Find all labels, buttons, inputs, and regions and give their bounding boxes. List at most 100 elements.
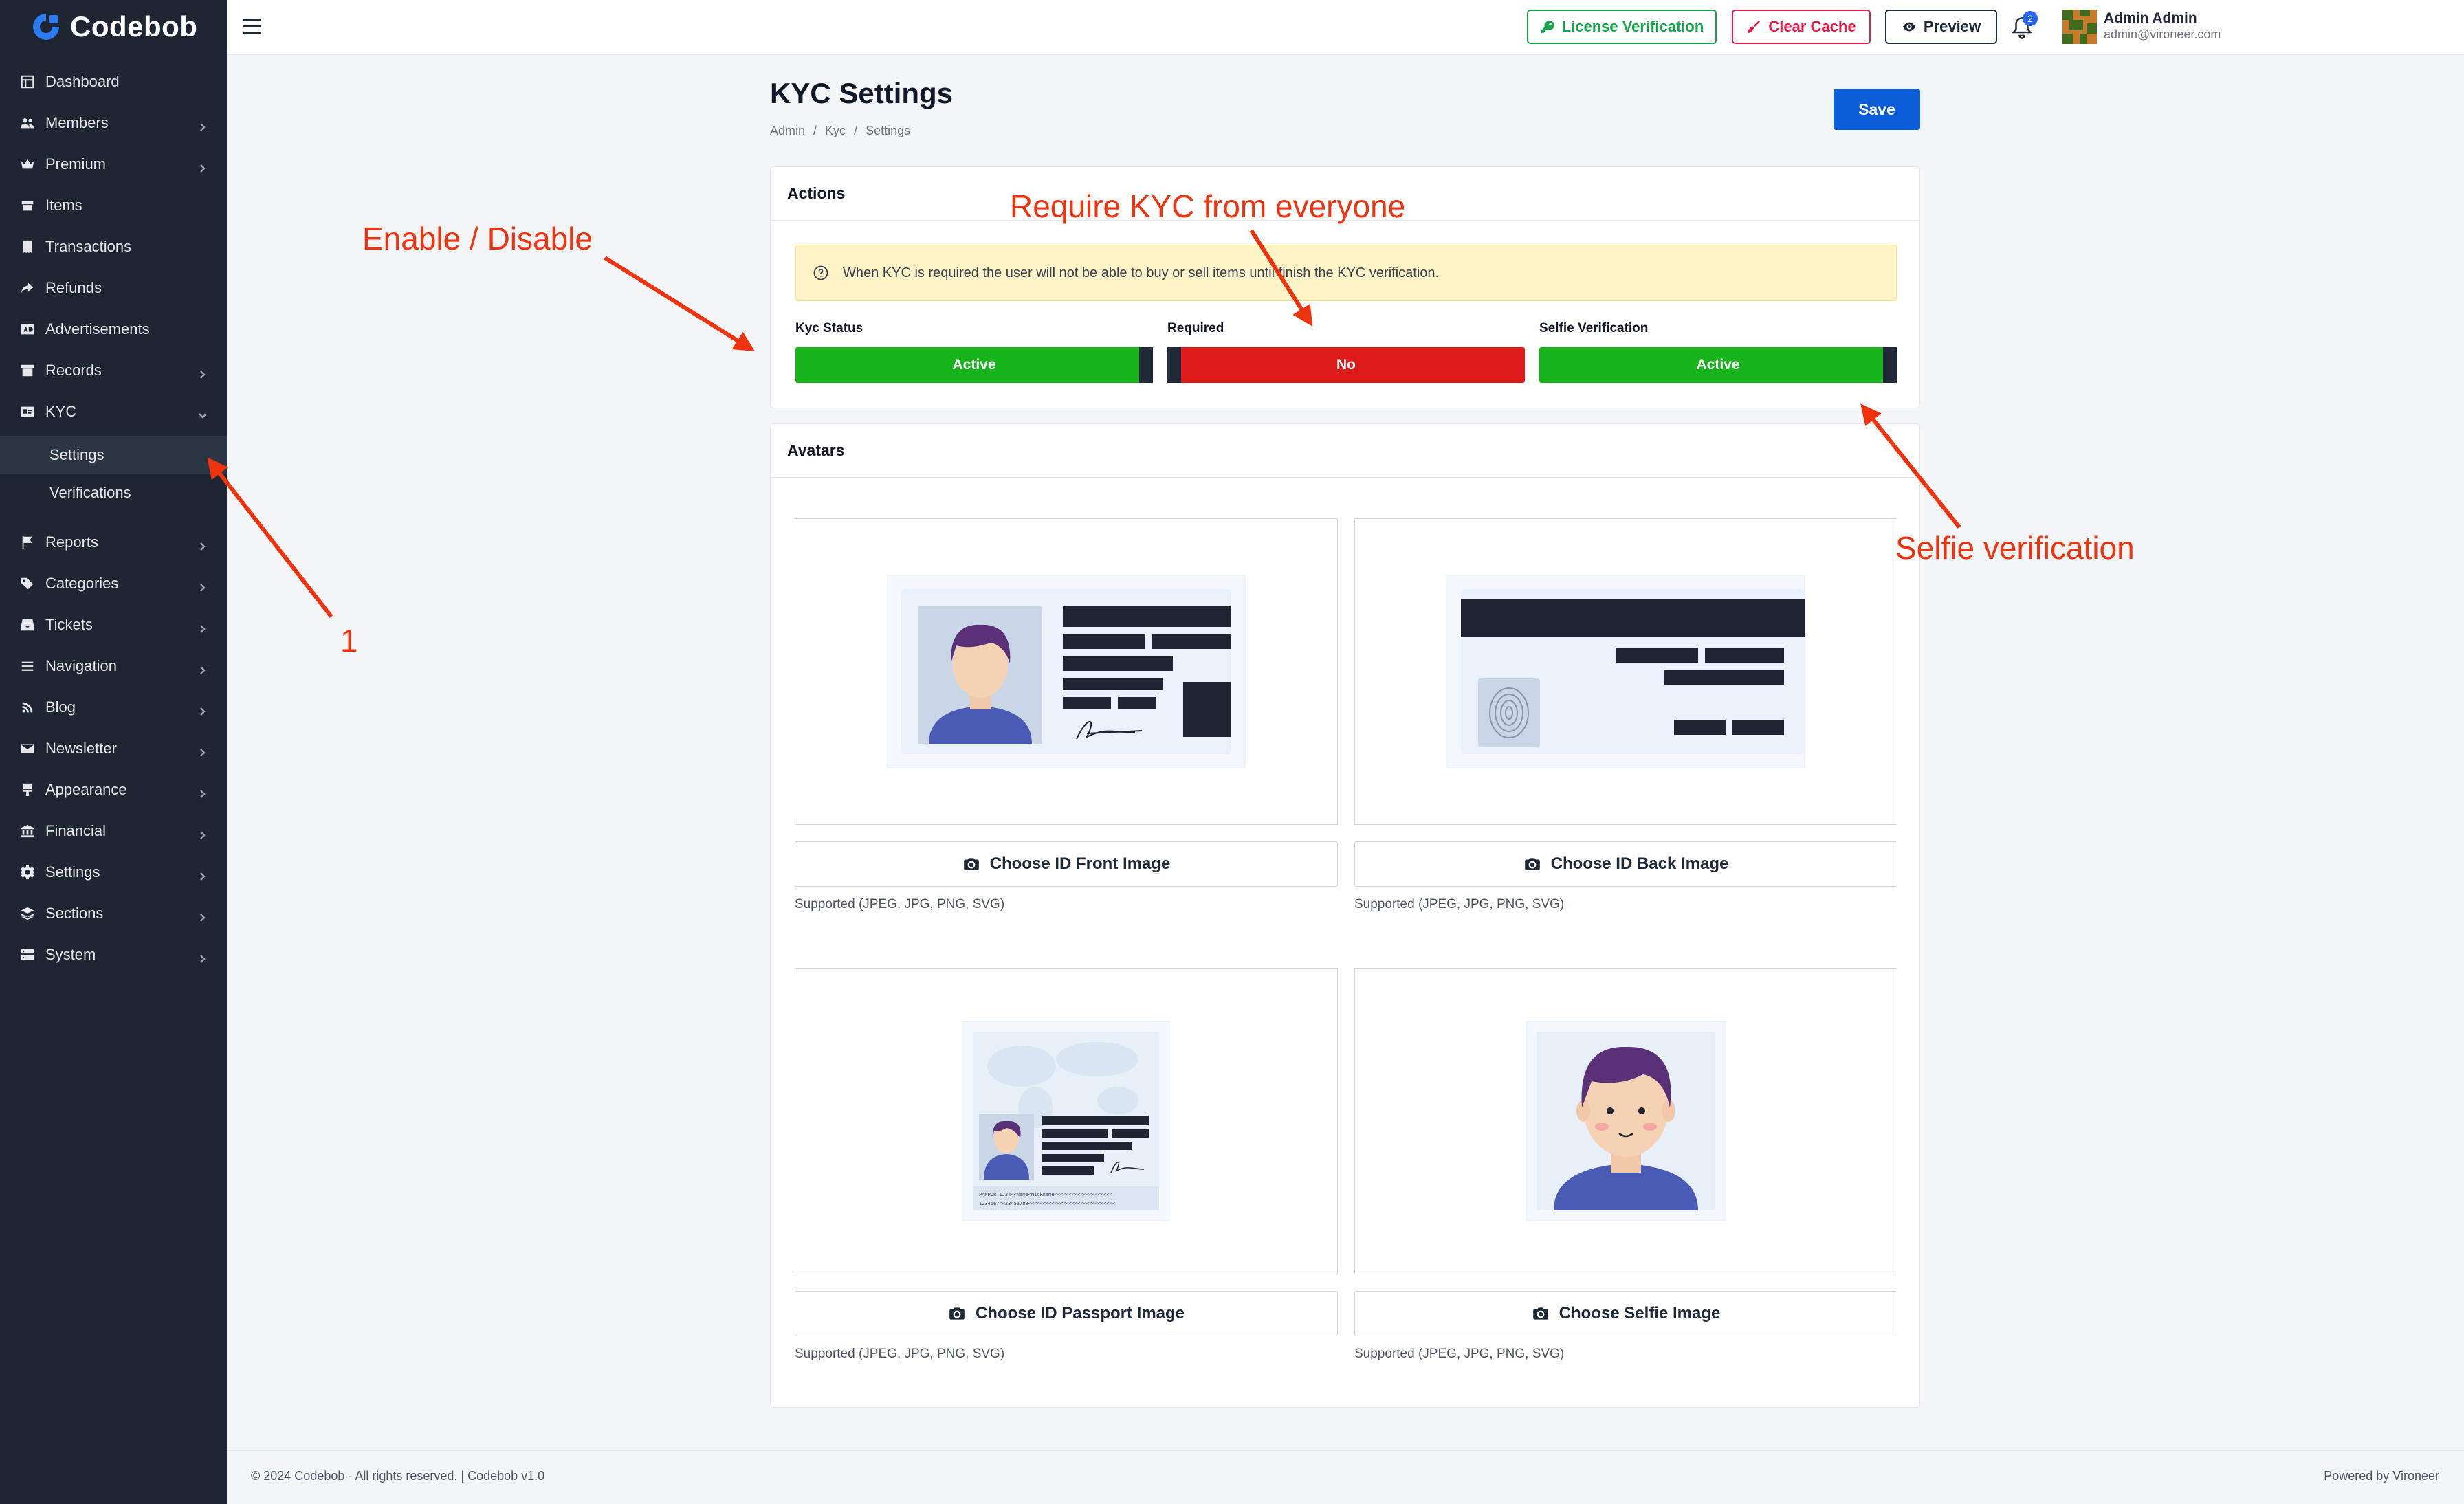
toggle-knob <box>1167 347 1181 383</box>
selfie-illustration <box>1526 1021 1726 1221</box>
breadcrumb-admin[interactable]: Admin <box>770 124 805 138</box>
sidebar-item-kyc[interactable]: KYC <box>0 391 227 432</box>
broom-icon <box>1748 20 1761 34</box>
choose-passport-button[interactable]: Choose ID Passport Image <box>795 1291 1338 1336</box>
sidebar-item-items[interactable]: Items <box>0 185 227 226</box>
sidebar-item-financial[interactable]: Financial <box>0 810 227 852</box>
sidebar-item-label: Items <box>45 197 82 214</box>
footer-divider <box>227 1450 2464 1451</box>
camera-icon <box>1532 1307 1548 1320</box>
dashboard-icon <box>19 74 36 90</box>
logo-icon <box>33 14 59 40</box>
choose-selfie-button[interactable]: Choose Selfie Image <box>1354 1291 1898 1336</box>
server-icon <box>19 947 36 963</box>
sidebar-item-navigation[interactable]: Navigation <box>0 645 227 687</box>
id-front-illustration <box>887 575 1246 768</box>
choose-id-back-button[interactable]: Choose ID Back Image <box>1354 841 1898 887</box>
question-circle-icon <box>813 265 828 280</box>
passport-preview: PANPORT1234<<Name<Nickname<<<<<<<<<<<<<<… <box>795 968 1338 1274</box>
sidebar-item-members[interactable]: Members <box>0 102 227 144</box>
sidebar-item-tickets[interactable]: Tickets <box>0 604 227 645</box>
sidebar-item-transactions[interactable]: Transactions <box>0 226 227 267</box>
sidebar-item-sections[interactable]: Sections <box>0 893 227 934</box>
required-toggle[interactable]: No <box>1167 347 1525 383</box>
save-button[interactable]: Save <box>1834 89 1920 130</box>
breadcrumb-separator: / <box>813 124 817 137</box>
sidebar-subitem-label: Settings <box>50 446 104 463</box>
sidebar-item-label: Newsletter <box>45 740 117 757</box>
toggle-knob <box>1883 347 1897 383</box>
ad-icon <box>19 321 36 338</box>
chevron-right-icon <box>198 159 208 173</box>
chevron-right-icon <box>198 744 208 757</box>
annotation-enable-disable: Enable / Disable <box>362 221 593 256</box>
sidebar-item-label: Records <box>45 362 102 379</box>
chevron-right-icon <box>198 703 208 716</box>
breadcrumb-kyc[interactable]: Kyc <box>825 124 846 138</box>
rss-icon <box>19 699 36 716</box>
sidebar-subitem-label: Verifications <box>50 484 131 501</box>
bars-icon <box>19 658 36 674</box>
sidebar-subitem-kyc-verifications[interactable]: Verifications <box>0 474 227 512</box>
sidebar-item-system[interactable]: System <box>0 934 227 975</box>
sidebar-item-categories[interactable]: Categories <box>0 563 227 604</box>
menu-toggle-icon[interactable] <box>243 15 264 40</box>
sidebar-item-refunds[interactable]: Refunds <box>0 267 227 309</box>
sidebar-item-records[interactable]: Records <box>0 350 227 391</box>
arrow-to-kyc-settings <box>207 457 333 618</box>
selfie-preview <box>1354 968 1898 1274</box>
sidebar-item-newsletter[interactable]: Newsletter <box>0 728 227 769</box>
sidebar-item-label: Reports <box>45 533 99 551</box>
footer-powered-by: Powered by Vironeer <box>2324 1469 2439 1483</box>
id-back-illustration <box>1446 575 1805 768</box>
sidebar-item-label: Refunds <box>45 279 102 296</box>
sidebar-item-label: Premium <box>45 155 107 173</box>
sidebar-item-appearance[interactable]: Appearance <box>0 769 227 810</box>
id-card-icon <box>19 403 36 420</box>
sidebar-item-label: System <box>45 946 96 963</box>
camera-icon <box>1524 858 1540 870</box>
sidebar-subitem-kyc-settings[interactable]: Settings <box>0 436 227 474</box>
sidebar-item-premium[interactable]: Premium <box>0 144 227 185</box>
sidebar-item-advertisements[interactable]: Advertisements <box>0 309 227 350</box>
sidebar-item-dashboard[interactable]: Dashboard <box>0 61 227 102</box>
clear-cache-button[interactable]: Clear Cache <box>1732 10 1871 44</box>
sidebar-item-settings[interactable]: Settings <box>0 852 227 893</box>
users-icon <box>19 115 36 131</box>
sidebar-item-label: Appearance <box>45 781 127 798</box>
id-back-preview <box>1354 518 1898 825</box>
selfie-verification-toggle[interactable]: Active <box>1539 347 1897 383</box>
breadcrumb-separator: / <box>854 124 858 137</box>
flag-icon <box>19 534 36 551</box>
key-icon <box>1541 21 1554 34</box>
avatar[interactable] <box>2062 10 2097 44</box>
license-verification-label: License Verification <box>1561 18 1704 35</box>
avatar-pixel-icon <box>2062 10 2097 44</box>
brush-icon <box>19 782 36 798</box>
chevron-right-icon <box>198 826 208 839</box>
sidebar-item-label: Advertisements <box>45 320 150 338</box>
sidebar-item-label: Financial <box>45 822 107 839</box>
annotation-require-kyc: Require KYC from everyone <box>1010 188 1406 224</box>
user-name[interactable]: Admin Admin <box>2104 10 2197 27</box>
chevron-right-icon <box>198 950 208 963</box>
annotation-selfie-verification: Selfie verification <box>1895 530 2135 566</box>
chevron-right-icon <box>198 909 208 922</box>
share-icon <box>19 280 36 296</box>
passport-supported-text: Supported (JPEG, JPG, PNG, SVG) <box>795 1347 1005 1361</box>
sidebar-item-blog[interactable]: Blog <box>0 687 227 728</box>
preview-label: Preview <box>1923 18 1981 35</box>
app-logo[interactable]: Codebob <box>30 10 197 44</box>
app-name: Codebob <box>70 10 198 43</box>
page-title: KYC Settings <box>770 77 954 109</box>
sidebar-item-label: Tickets <box>45 616 93 633</box>
license-verification-button[interactable]: License Verification <box>1527 10 1717 44</box>
camera-icon <box>963 858 979 870</box>
choose-id-front-button[interactable]: Choose ID Front Image <box>795 841 1338 887</box>
chevron-right-icon <box>198 579 208 592</box>
inbox-icon <box>19 617 36 633</box>
sidebar-item-reports[interactable]: Reports <box>0 522 227 563</box>
preview-button[interactable]: Preview <box>1885 10 1997 44</box>
kyc-status-toggle[interactable]: Active <box>795 347 1153 383</box>
breadcrumb-settings: Settings <box>866 124 911 137</box>
